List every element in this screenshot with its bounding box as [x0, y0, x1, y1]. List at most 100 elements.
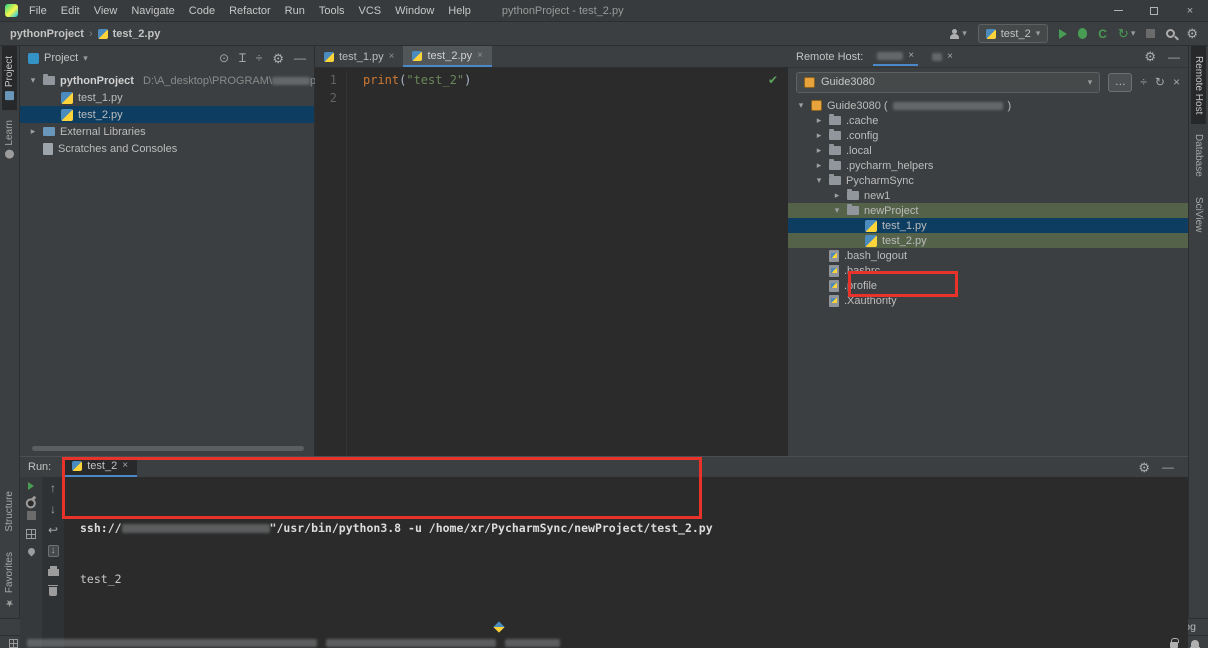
remote-host-tab-1[interactable]: ×	[873, 48, 918, 66]
redacted-status-message	[27, 639, 317, 647]
menu-refactor[interactable]: Refactor	[222, 2, 278, 20]
close-tab-icon[interactable]: ×	[947, 52, 953, 62]
clear-all-button[interactable]	[49, 587, 57, 596]
collapse-all-button[interactable]: ÷	[256, 52, 263, 64]
hide-panel-button[interactable]: —	[1162, 461, 1174, 473]
notifications-icon[interactable]	[1191, 640, 1199, 647]
menu-code[interactable]: Code	[182, 2, 222, 20]
soft-wrap-button[interactable]: ↩	[48, 524, 58, 536]
panel-settings-button[interactable]: ⚙	[1144, 50, 1156, 63]
chevron-expanded-icon: ▾	[814, 175, 824, 186]
tree-row-server-root[interactable]: ▾ Guide3080 ()	[788, 98, 1188, 113]
inspections-ok-icon[interactable]: ✔	[768, 74, 778, 86]
server-select[interactable]: Guide3080 ▾	[796, 72, 1100, 93]
redacted-status-message	[505, 639, 560, 647]
editor-tab-test1[interactable]: test_1.py ×	[315, 46, 403, 67]
menu-window[interactable]: Window	[388, 2, 441, 20]
editor-tabs: test_1.py × test_2.py ×	[315, 46, 788, 68]
hide-panel-button[interactable]: —	[294, 52, 306, 64]
prev-occurrence-button[interactable]: ↑	[50, 482, 56, 494]
tool-tab-learn[interactable]: Learn	[2, 110, 17, 169]
tree-row-pycharmsync[interactable]: ▾PycharmSync	[788, 173, 1188, 188]
tree-row-local[interactable]: ▸.local	[788, 143, 1188, 158]
breadcrumb-file[interactable]: test_2.py	[113, 28, 161, 40]
vcs-user-button[interactable]: ▾	[949, 28, 967, 39]
tree-row-cache[interactable]: ▸.cache	[788, 113, 1188, 128]
select-opened-file-button[interactable]: ⊙	[219, 52, 229, 64]
close-tab-icon[interactable]: ×	[389, 51, 395, 62]
breadcrumb-project[interactable]: pythonProject	[10, 28, 84, 40]
tool-tab-sciview[interactable]: SciView	[1191, 187, 1206, 242]
restore-layout-button[interactable]	[26, 529, 36, 539]
tool-tab-label: Structure	[4, 491, 15, 532]
menu-view[interactable]: View	[87, 2, 125, 20]
chevron-collapsed-icon: ▸	[814, 115, 824, 126]
menu-edit[interactable]: Edit	[54, 2, 87, 20]
tab-label: test_1.py	[339, 51, 384, 63]
tool-tab-project[interactable]: Project	[2, 46, 17, 110]
coverage-button[interactable]: C	[1098, 28, 1107, 40]
horizontal-scrollbar[interactable]	[32, 446, 304, 451]
stop-button[interactable]	[1146, 29, 1155, 38]
remote-host-tab-2[interactable]: ×	[928, 49, 957, 65]
code-editor[interactable]: 1 2 print("test_2")	[315, 68, 788, 456]
refresh-button[interactable]: ↻	[1155, 76, 1165, 88]
search-everywhere-button[interactable]	[1166, 29, 1175, 38]
tree-row-newproject[interactable]: ▾newProject	[788, 203, 1188, 218]
restore-button[interactable]	[1136, 0, 1172, 22]
minimize-button[interactable]	[1100, 0, 1136, 22]
pin-tab-button[interactable]	[26, 547, 36, 557]
tool-tab-favorites[interactable]: ★Favorites	[2, 542, 17, 618]
print-button[interactable]	[48, 569, 59, 576]
tree-row-remote-test2[interactable]: test_2.py	[788, 233, 1188, 248]
panel-settings-button[interactable]: ⚙	[272, 52, 284, 65]
tree-row-remote-test1[interactable]: test_1.py	[788, 218, 1188, 233]
run-settings-button[interactable]	[26, 496, 36, 506]
tree-label: )	[1008, 100, 1012, 112]
menu-run[interactable]: Run	[278, 2, 312, 20]
close-panel-button[interactable]: ×	[1173, 76, 1180, 88]
panel-settings-button[interactable]: ⚙	[1138, 461, 1150, 474]
project-panel-title[interactable]: Project	[44, 52, 78, 64]
stop-button[interactable]	[27, 511, 36, 520]
scroll-to-end-button[interactable]: ↓	[48, 545, 59, 557]
menu-tools[interactable]: Tools	[312, 2, 352, 20]
more-options-button[interactable]: …	[1108, 73, 1132, 92]
expand-all-button[interactable]: Ɪ	[239, 52, 246, 64]
redacted-status-message	[326, 639, 496, 647]
lock-icon[interactable]	[1170, 642, 1178, 648]
tree-row-bash-logout[interactable]: .bash_logout	[788, 248, 1188, 263]
tree-row-new1[interactable]: ▸new1	[788, 188, 1188, 203]
debug-button[interactable]	[1078, 28, 1087, 39]
collapse-all-button[interactable]: ÷	[1140, 76, 1147, 88]
menu-file[interactable]: File	[22, 2, 54, 20]
file-icon	[829, 295, 839, 307]
remote-host-panel: Remote Host: × × ⚙ — Guide3080 ▾	[788, 46, 1188, 456]
menu-navigate[interactable]: Navigate	[124, 2, 181, 20]
menu-help[interactable]: Help	[441, 2, 478, 20]
run-configuration-select[interactable]: test_2 ▾	[978, 24, 1049, 43]
tree-row-scratches[interactable]: Scratches and Consoles	[20, 140, 314, 157]
tool-tab-structure[interactable]: Structure	[2, 481, 17, 542]
close-button[interactable]: ×	[1172, 0, 1208, 22]
tree-row-test1[interactable]: test_1.py	[20, 89, 314, 106]
hide-panel-button[interactable]: —	[1168, 51, 1180, 63]
next-occurrence-button[interactable]: ↓	[50, 503, 56, 515]
run-button[interactable]	[1059, 29, 1067, 39]
close-tab-icon[interactable]: ×	[477, 50, 483, 61]
rerun-button[interactable]	[28, 482, 34, 490]
tool-window-switcher-icon[interactable]	[9, 639, 18, 648]
tree-row-test2-selected[interactable]: test_2.py	[20, 106, 314, 123]
close-tab-icon[interactable]: ×	[908, 51, 914, 61]
tree-row-config[interactable]: ▸.config	[788, 128, 1188, 143]
menu-vcs[interactable]: VCS	[352, 2, 389, 20]
tree-row-pycharm-helpers[interactable]: ▸.pycharm_helpers	[788, 158, 1188, 173]
tree-label: newProject	[864, 205, 918, 217]
profiler-button[interactable]: ↻▾	[1118, 27, 1135, 40]
tool-tab-remote-host[interactable]: Remote Host	[1191, 46, 1206, 124]
editor-tab-test2-active[interactable]: test_2.py ×	[403, 46, 491, 67]
tool-tab-database[interactable]: Database	[1191, 124, 1206, 187]
tree-row-python-project[interactable]: ▾ pythonProject D:\A_desktop\PROGRAM\pyt…	[20, 72, 314, 89]
tree-row-external-libraries[interactable]: ▸ External Libraries	[20, 123, 314, 140]
settings-button[interactable]: ⚙	[1186, 27, 1198, 40]
